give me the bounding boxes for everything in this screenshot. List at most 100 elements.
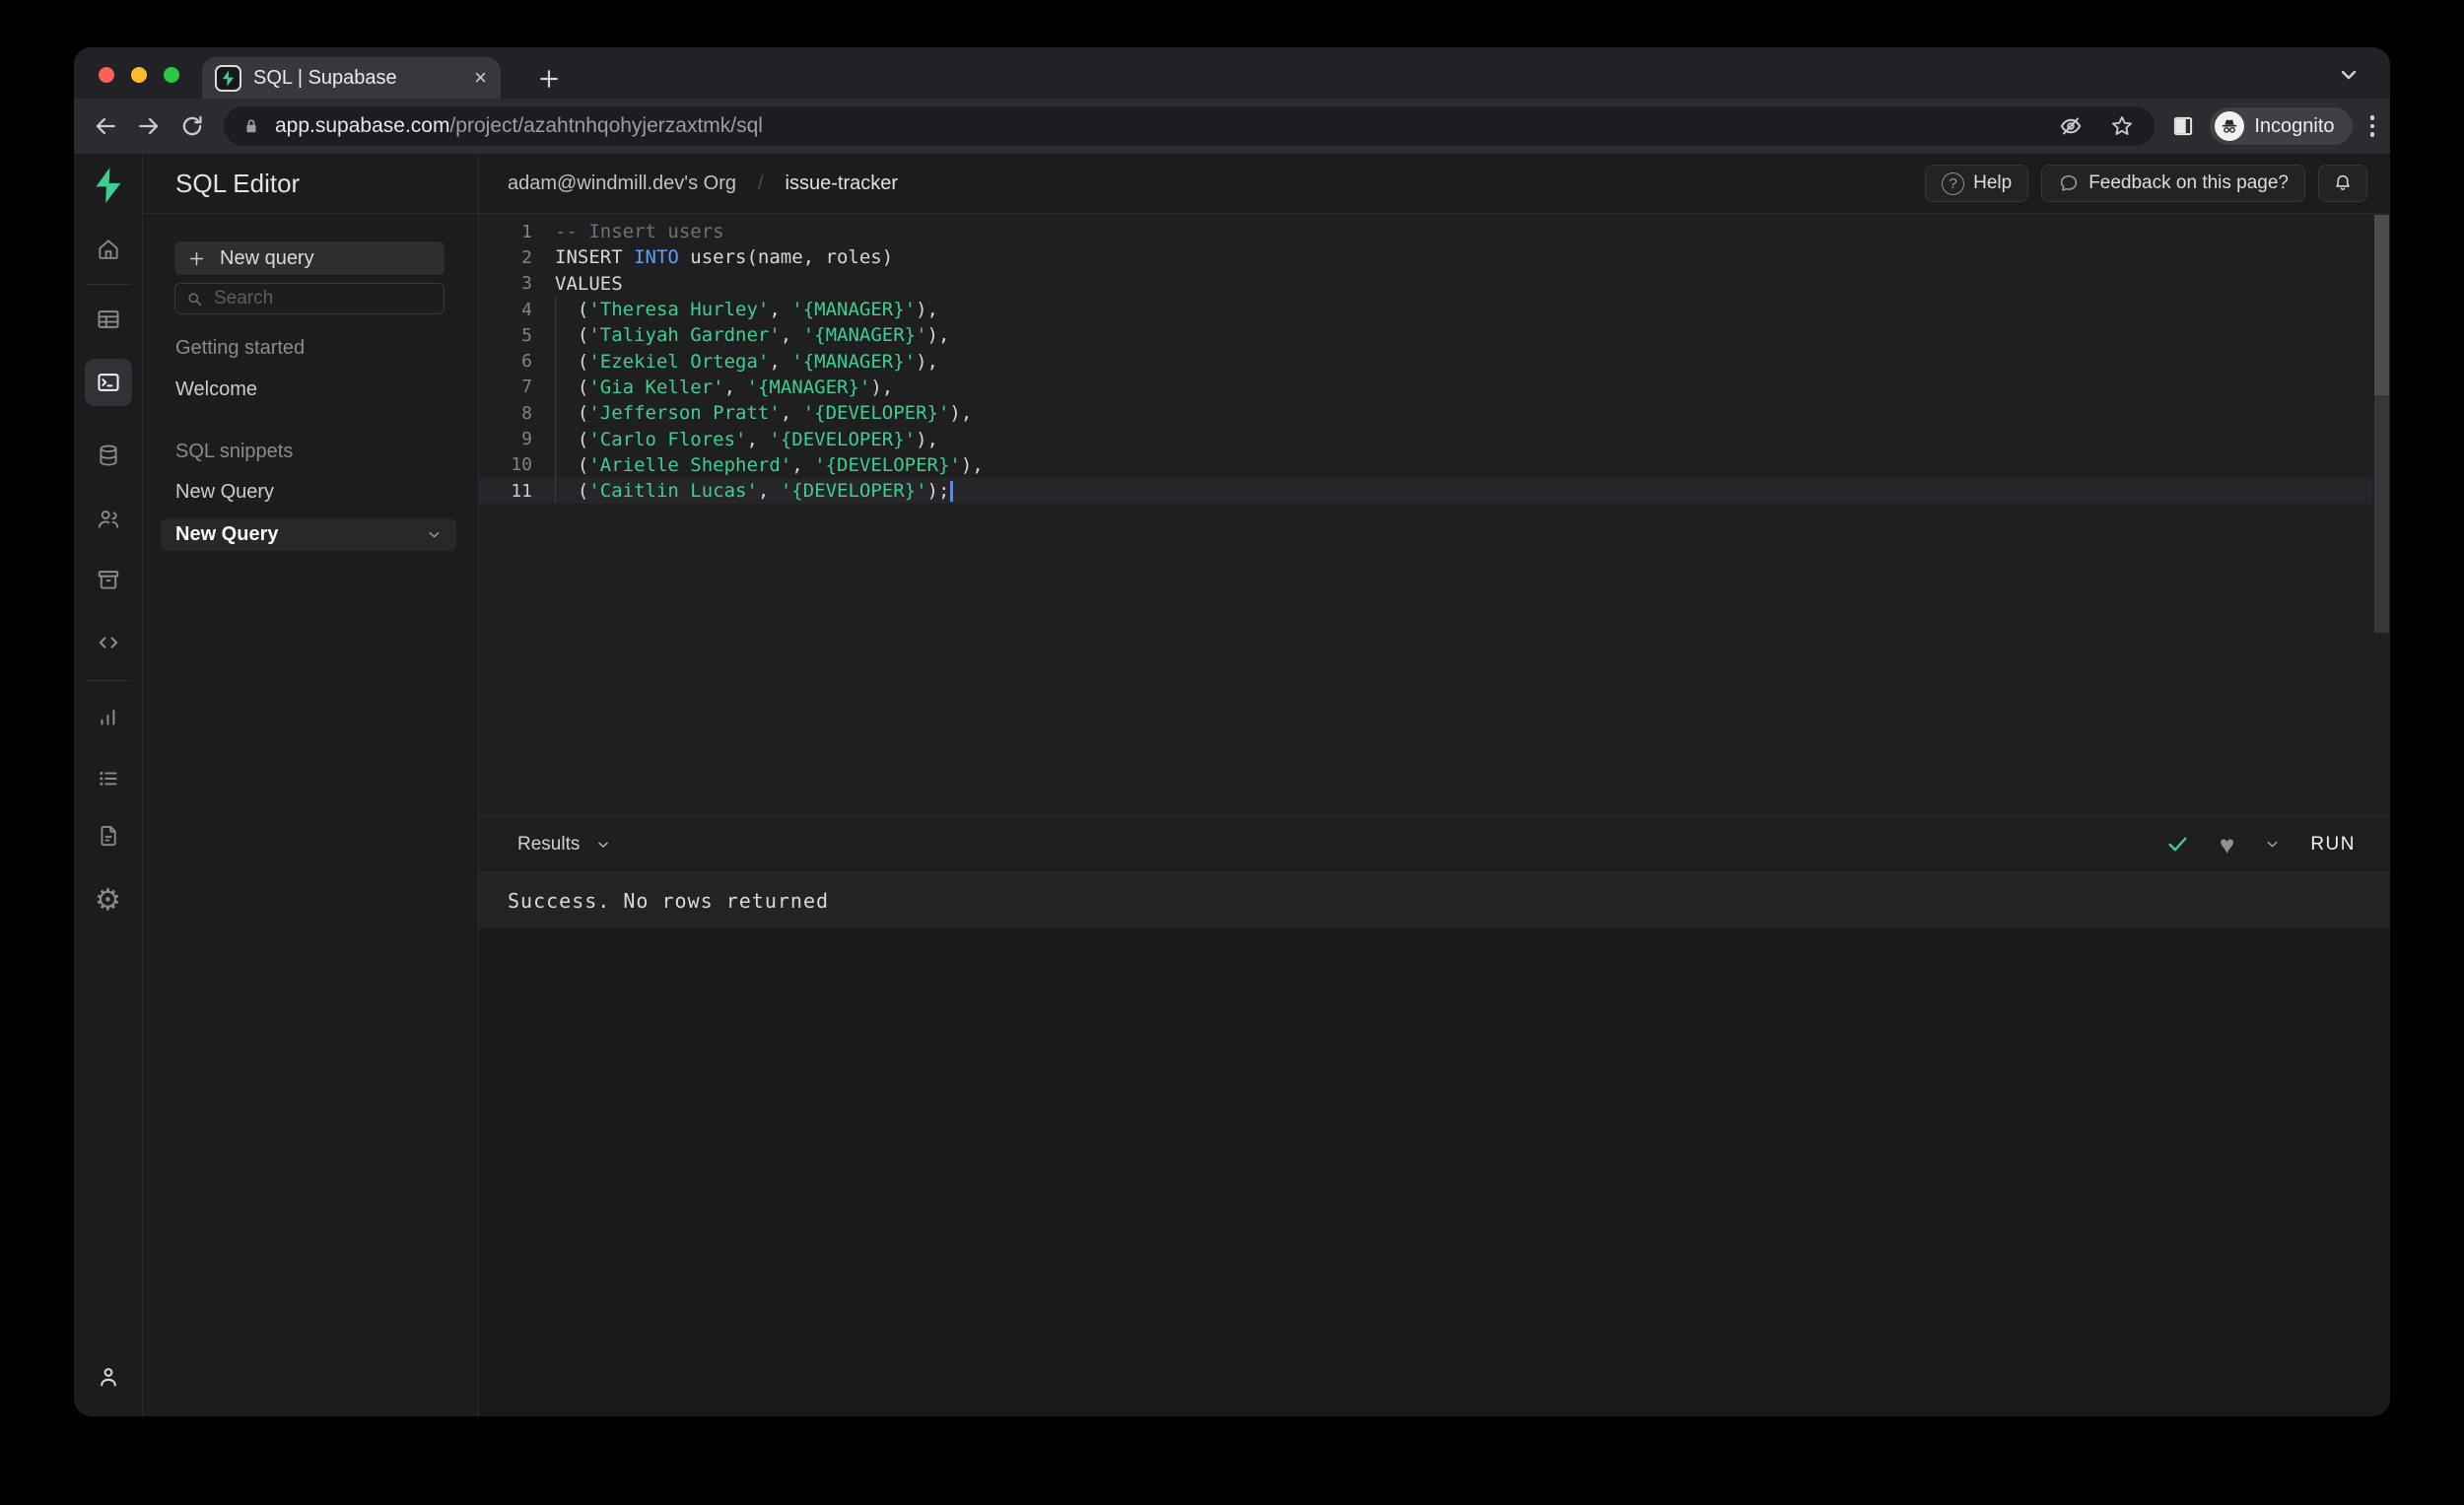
authentication-icon[interactable] bbox=[95, 507, 121, 533]
table-editor-icon[interactable] bbox=[95, 307, 121, 333]
account-icon[interactable] bbox=[95, 1364, 121, 1391]
eye-off-icon[interactable] bbox=[2058, 113, 2084, 139]
bookmark-star-icon[interactable] bbox=[2109, 113, 2135, 139]
section-label-getting-started: Getting started bbox=[175, 337, 306, 359]
code-line-8[interactable]: 8 ('Jefferson Pratt', '{DEVELOPER}'), bbox=[479, 400, 2372, 426]
line-number: 10 bbox=[511, 454, 532, 476]
code-line-6[interactable]: 6 ('Ezekiel Ortega', '{MANAGER}'), bbox=[479, 348, 2372, 374]
sidebar-title: SQL Editor bbox=[175, 168, 301, 198]
back-button[interactable] bbox=[84, 104, 127, 148]
database-icon[interactable] bbox=[96, 443, 121, 468]
results-bar: Results ♥ RUN bbox=[479, 816, 2390, 872]
indent-guide bbox=[555, 297, 556, 504]
code-text: ('Gia Keller', '{MANAGER}'), bbox=[555, 376, 894, 398]
search-box bbox=[174, 283, 445, 314]
run-options-chevron-icon[interactable] bbox=[2264, 836, 2281, 853]
sql-editor-icon[interactable] bbox=[95, 370, 121, 396]
browser-toolbar: app.supabase.com/project/azahtnhqohyjerz… bbox=[74, 99, 2390, 154]
line-number: 8 bbox=[521, 402, 532, 424]
browser-tab[interactable]: SQL | Supabase × bbox=[202, 57, 501, 99]
tab-strip: SQL | Supabase × bbox=[74, 47, 2390, 99]
new-query-button[interactable]: New query bbox=[174, 241, 445, 275]
code-line-2[interactable]: 2 INSERT INTO users(name, roles) bbox=[479, 244, 2372, 270]
feedback-button[interactable]: Feedback on this page? bbox=[2041, 165, 2305, 202]
line-number: 11 bbox=[511, 480, 532, 502]
editor-scrollbar[interactable] bbox=[2374, 215, 2389, 633]
storage-icon[interactable] bbox=[95, 567, 121, 593]
line-number: 6 bbox=[521, 351, 532, 373]
code-text: ('Arielle Shepherd', '{DEVELOPER}'), bbox=[555, 453, 984, 476]
address-bar-actions bbox=[2058, 113, 2135, 139]
browser-menu-icon[interactable] bbox=[2369, 115, 2374, 137]
code-line-4[interactable]: 4 ('Theresa Hurley', '{MANAGER}'), bbox=[479, 297, 2372, 322]
code-line-3[interactable]: 3 VALUES bbox=[479, 271, 2372, 297]
reload-button[interactable] bbox=[171, 104, 214, 148]
code-lines: 1 -- Insert users 2 INSERT INTO users(name,… bbox=[479, 219, 2372, 505]
sql-editor-sidebar: SQL Editor New query Getting started Wel… bbox=[143, 154, 479, 1416]
help-button[interactable]: ? Help bbox=[1925, 165, 2029, 202]
line-number: 3 bbox=[521, 273, 532, 295]
new-tab-button[interactable] bbox=[531, 61, 567, 97]
sidebar-item-new-query-2-selected[interactable]: New Query bbox=[161, 518, 456, 551]
window-controls bbox=[99, 67, 179, 83]
main-header: adam@windmill.dev's Org / issue-tracker … bbox=[479, 154, 2390, 214]
code-text: ('Ezekiel Ortega', '{MANAGER}'), bbox=[555, 350, 938, 373]
run-button[interactable]: RUN bbox=[2310, 834, 2356, 855]
sidebar-item-new-query-1[interactable]: New Query bbox=[175, 481, 274, 504]
chevron-down-icon[interactable] bbox=[426, 526, 443, 543]
search-input[interactable] bbox=[214, 288, 411, 309]
incognito-label: Incognito bbox=[2254, 114, 2335, 137]
line-number: 4 bbox=[521, 299, 532, 320]
tab-close-icon[interactable]: × bbox=[474, 67, 487, 89]
code-line-5[interactable]: 5 ('Taliyah Gardner', '{MANAGER}'), bbox=[479, 322, 2372, 348]
tab-title: SQL | Supabase bbox=[253, 66, 397, 89]
settings-gear-icon[interactable]: ⚙ bbox=[95, 886, 121, 916]
text-cursor bbox=[950, 481, 953, 503]
reports-icon[interactable] bbox=[96, 704, 121, 729]
side-panel-icon[interactable] bbox=[2170, 113, 2196, 139]
logs-icon[interactable] bbox=[96, 766, 121, 791]
main-area: adam@windmill.dev's Org / issue-tracker … bbox=[479, 154, 2390, 1416]
results-dropdown[interactable]: Results bbox=[517, 834, 611, 855]
feedback-label: Feedback on this page? bbox=[2088, 172, 2289, 193]
code-line-1[interactable]: 1 -- Insert users bbox=[479, 219, 2372, 244]
tab-search-chevron-icon[interactable] bbox=[2337, 63, 2361, 87]
url-host: app.supabase.com bbox=[275, 114, 450, 137]
code-text: ('Taliyah Gardner', '{MANAGER}'), bbox=[555, 324, 950, 347]
zoom-window-button[interactable] bbox=[164, 67, 179, 83]
sql-code-editor[interactable]: 1 -- Insert users 2 INSERT INTO users(name,… bbox=[479, 214, 2390, 816]
home-icon[interactable] bbox=[96, 237, 121, 262]
code-text: VALUES bbox=[555, 272, 623, 295]
code-line-11[interactable]: 11 ('Caitlin Lucas', '{DEVELOPER}'); bbox=[479, 477, 2372, 505]
help-icon: ? bbox=[1942, 171, 1965, 195]
editor-scrollbar-thumb[interactable] bbox=[2374, 215, 2389, 395]
breadcrumb-project[interactable]: issue-tracker bbox=[786, 172, 898, 195]
breadcrumb-separator: / bbox=[757, 171, 764, 194]
code-line-7[interactable]: 7 ('Gia Keller', '{MANAGER}'), bbox=[479, 375, 2372, 400]
breadcrumb-org[interactable]: adam@windmill.dev's Org bbox=[508, 172, 736, 195]
minimize-window-button[interactable] bbox=[131, 67, 147, 83]
forward-button[interactable] bbox=[127, 104, 171, 148]
line-number: 7 bbox=[521, 376, 532, 398]
help-label: Help bbox=[1973, 172, 2013, 193]
address-bar[interactable]: app.supabase.com/project/azahtnhqohyjerz… bbox=[224, 106, 2156, 146]
favorite-heart-icon[interactable]: ♥ bbox=[2220, 832, 2234, 857]
nav-rail: ⚙ bbox=[74, 154, 143, 1416]
success-message: Success. No rows returned bbox=[508, 888, 830, 913]
sidebar-header: SQL Editor bbox=[143, 154, 478, 214]
docs-icon[interactable] bbox=[96, 823, 121, 849]
code-line-9[interactable]: 9 ('Carlo Flores', '{DEVELOPER}'), bbox=[479, 426, 2372, 451]
incognito-icon bbox=[2215, 111, 2245, 141]
code-line-10[interactable]: 10 ('Arielle Shepherd', '{DEVELOPER}'), bbox=[479, 452, 2372, 478]
browser-window: SQL | Supabase × app.supabase.com/projec… bbox=[74, 47, 2390, 1416]
selected-query-label: New Query bbox=[175, 523, 279, 545]
new-query-label: New query bbox=[220, 246, 314, 269]
supabase-logo-icon[interactable] bbox=[92, 168, 125, 203]
close-window-button[interactable] bbox=[99, 67, 114, 83]
notifications-button[interactable] bbox=[2318, 165, 2367, 202]
incognito-badge[interactable]: Incognito bbox=[2210, 107, 2353, 145]
run-controls: ♥ RUN bbox=[2165, 832, 2356, 857]
edge-functions-icon[interactable] bbox=[95, 629, 122, 656]
search-icon bbox=[188, 292, 202, 306]
sidebar-item-welcome[interactable]: Welcome bbox=[175, 378, 257, 401]
